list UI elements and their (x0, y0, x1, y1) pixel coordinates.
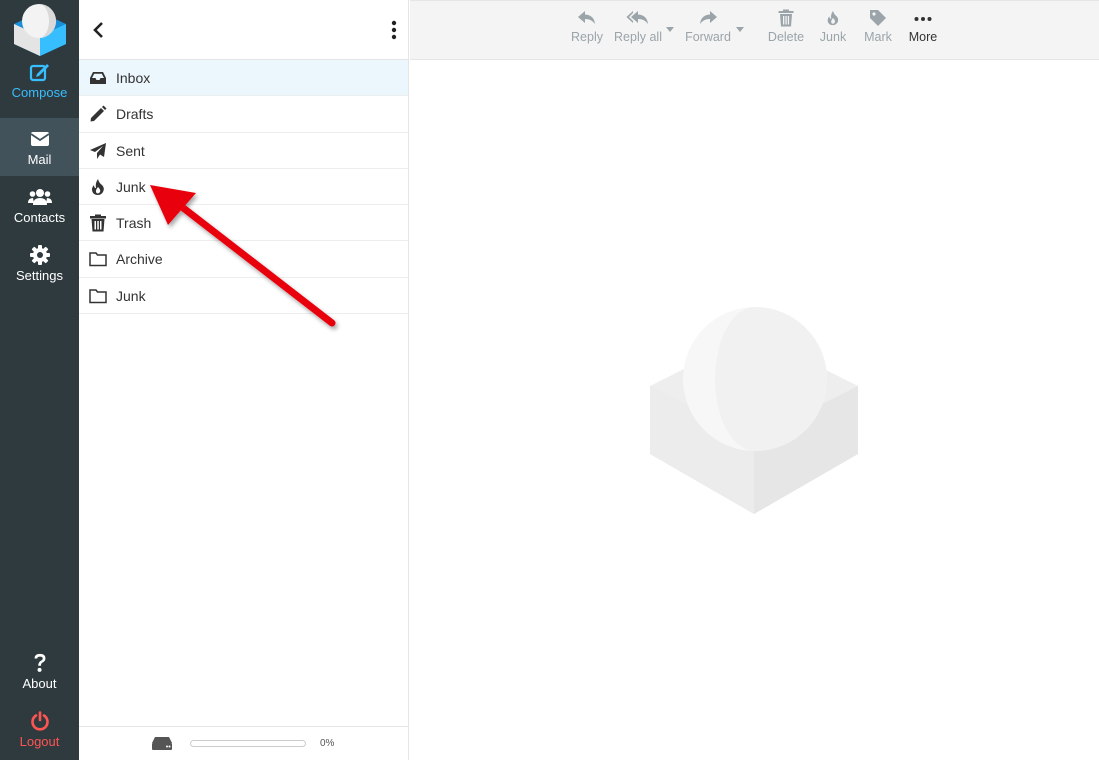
reply-label: Reply (571, 30, 603, 44)
reply-all-icon (626, 11, 648, 24)
folder-icon (89, 289, 107, 304)
about-label: About (22, 676, 57, 691)
folder-label: Trash (116, 215, 152, 232)
users-icon (27, 189, 52, 205)
compose-label: Compose (11, 85, 68, 100)
forward-button[interactable]: Forward (683, 9, 733, 44)
folder-label: Sent (116, 142, 145, 159)
hard-drive-icon (152, 737, 172, 750)
about-button[interactable]: About (0, 645, 79, 703)
question-icon (34, 653, 45, 672)
settings-label: Settings (16, 268, 63, 283)
pencil-icon (90, 105, 107, 122)
main-navigation: Compose Mail Contacts Settings About Log… (0, 0, 79, 760)
message-content-area (410, 60, 1099, 760)
folder-item-junk[interactable]: Junk (79, 169, 408, 206)
power-icon (30, 711, 49, 731)
inbox-icon (90, 72, 106, 84)
folder-item-drafts[interactable]: Drafts (79, 96, 408, 133)
forward-icon (700, 11, 717, 24)
reply-button[interactable]: Reply (569, 9, 605, 44)
mark-label: Mark (864, 30, 892, 44)
reply-all-button[interactable]: Reply all (613, 9, 663, 44)
more-dots-icon (914, 17, 932, 21)
message-toolbar: Reply Reply all Forward Delete Junk Mark… (410, 0, 1099, 60)
compose-icon (29, 64, 49, 82)
folder-panel-header (79, 0, 408, 60)
mail-label: Mail (27, 152, 52, 167)
folder-item-archive[interactable]: Archive (79, 241, 408, 278)
quota-footer: 0% (79, 726, 408, 760)
junk-label: Junk (819, 30, 847, 44)
folder-item-inbox[interactable]: Inbox (79, 60, 408, 97)
fire-icon (92, 178, 104, 195)
folder-item-junk-folder[interactable]: Junk (79, 278, 408, 315)
quota-progress-bar (190, 740, 306, 747)
junk-button[interactable]: Junk (817, 9, 849, 44)
settings-button[interactable]: Settings (0, 235, 79, 293)
folder-label: Archive (116, 251, 163, 268)
reply-icon (578, 11, 595, 24)
mail-button[interactable]: Mail (0, 118, 79, 176)
folder-icon (89, 252, 107, 267)
watermark-logo-icon (650, 307, 858, 514)
folder-label: Junk (116, 287, 146, 304)
folder-panel: Inbox Drafts Sent Junk Trash Archive Jun… (79, 0, 409, 760)
mark-button[interactable]: Mark (861, 9, 895, 44)
app-logo[interactable] (0, 0, 79, 60)
more-label: More (908, 30, 938, 44)
gear-icon (29, 245, 50, 265)
folder-label: Junk (116, 178, 146, 195)
back-chevron-icon[interactable] (87, 18, 111, 42)
fire-icon (827, 10, 839, 26)
delete-label: Delete (767, 30, 805, 44)
folder-list: Inbox Drafts Sent Junk Trash Archive Jun… (79, 60, 408, 315)
tag-icon (870, 10, 886, 26)
trash-icon (778, 9, 794, 27)
logout-label: Logout (19, 734, 60, 749)
paper-plane-icon (90, 142, 106, 159)
folder-options-icon[interactable] (386, 18, 402, 42)
delete-button[interactable]: Delete (766, 9, 806, 44)
folder-item-sent[interactable]: Sent (79, 133, 408, 169)
folder-label: Inbox (116, 70, 151, 86)
logout-button[interactable]: Logout (0, 703, 79, 761)
folder-label: Drafts (116, 106, 154, 123)
more-button[interactable]: More (906, 9, 940, 44)
trash-icon (90, 214, 106, 232)
contacts-label: Contacts (13, 210, 66, 225)
folder-item-trash[interactable]: Trash (79, 205, 408, 242)
reply-all-dropdown-icon[interactable] (666, 27, 674, 33)
reply-all-label: Reply all (614, 30, 662, 44)
contacts-button[interactable]: Contacts (0, 177, 79, 235)
forward-dropdown-icon[interactable] (736, 27, 744, 33)
forward-label: Forward (685, 30, 731, 44)
compose-button[interactable]: Compose (0, 62, 79, 120)
envelope-icon (30, 132, 49, 146)
quota-percent: 0% (320, 738, 335, 749)
